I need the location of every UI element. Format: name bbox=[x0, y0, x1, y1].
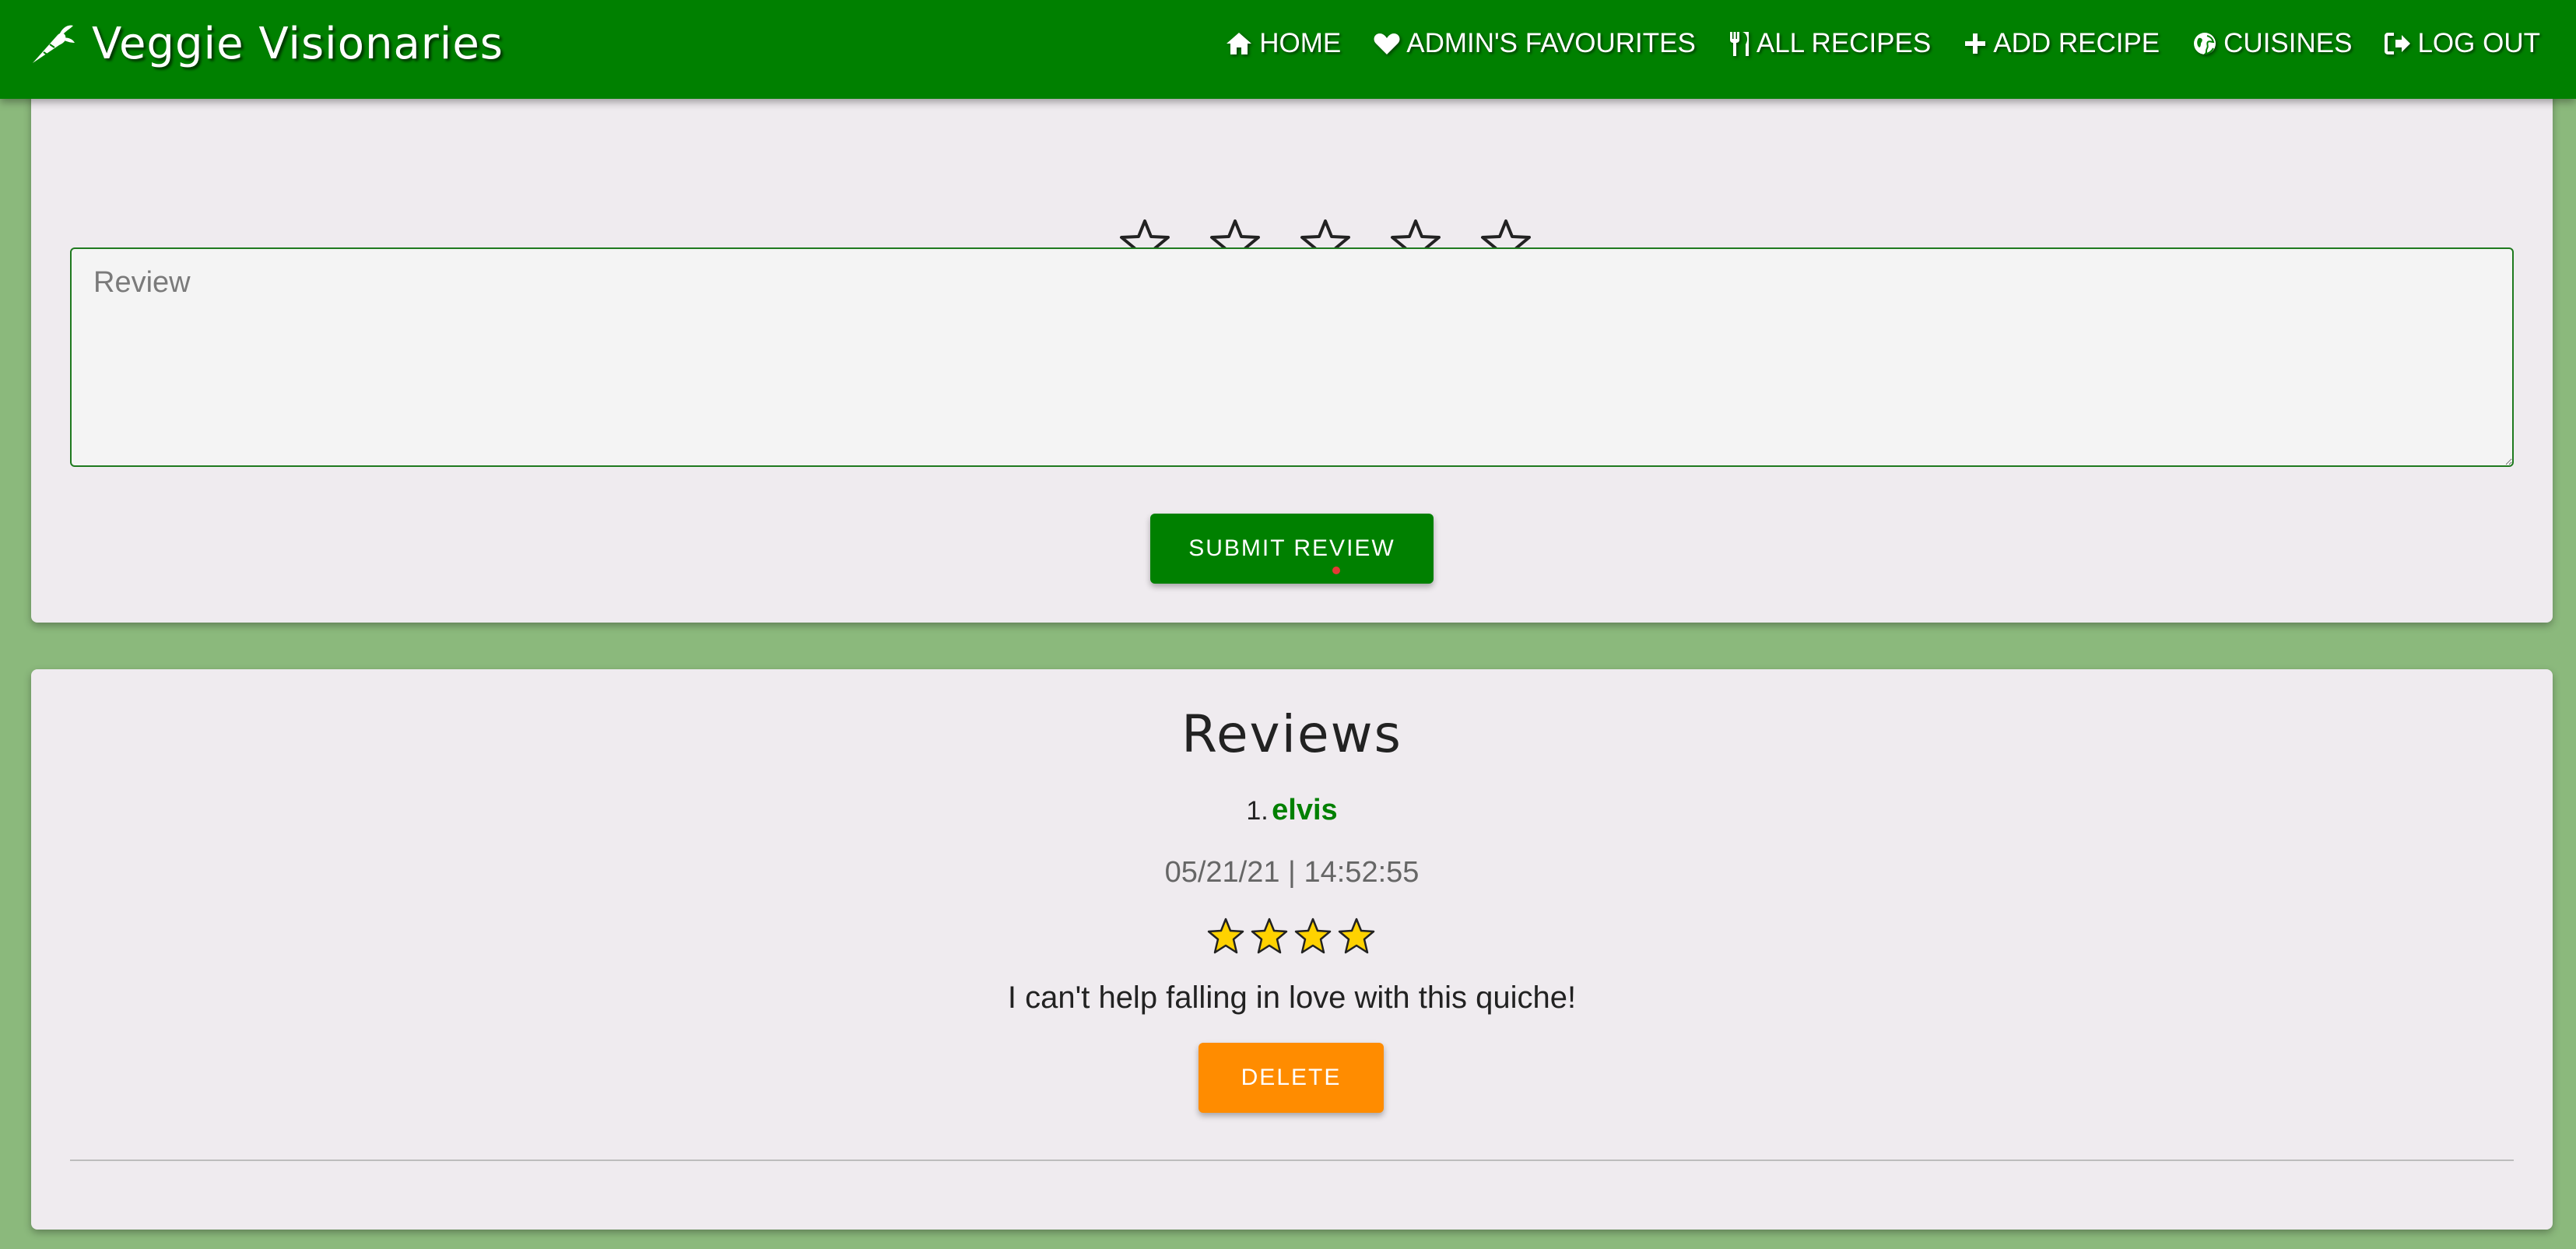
carrot-icon bbox=[28, 19, 76, 68]
delete-review-button[interactable]: DELETE bbox=[1199, 1043, 1384, 1113]
review-date: 05/21/21 | 14:52:55 bbox=[1164, 856, 1420, 889]
plus-icon bbox=[1964, 32, 1987, 55]
reviews-title: Reviews bbox=[1181, 704, 1402, 764]
cursor-indicator-dot bbox=[1332, 567, 1340, 574]
review-item-header: 1. elvis bbox=[31, 794, 2553, 827]
home-icon bbox=[1225, 31, 1253, 56]
reviews-card: Reviews 1. elvis 05/21/21 | 14:52:55 I c… bbox=[31, 669, 2553, 1230]
nav-all-recipes-label: ALL RECIPES bbox=[1756, 28, 1932, 58]
review-divider bbox=[70, 1160, 2514, 1161]
submit-review-button[interactable]: SUBMIT REVIEW bbox=[1150, 514, 1434, 584]
filled-star-icon bbox=[1338, 917, 1375, 954]
review-text: I can't help falling in love with this q… bbox=[1007, 981, 1577, 1015]
nav-cuisines[interactable]: CUISINES bbox=[2192, 28, 2352, 59]
nav-cuisines-label: CUISINES bbox=[2223, 28, 2353, 58]
nav-add-recipe[interactable]: ADD RECIPE bbox=[1964, 28, 2160, 59]
filled-star-icon bbox=[1294, 917, 1332, 954]
brand-name: Veggie Visionaries bbox=[92, 18, 504, 69]
globe-icon bbox=[2192, 31, 2217, 56]
review-number: 1. bbox=[1246, 796, 1269, 826]
nav-home-label: HOME bbox=[1259, 28, 1342, 58]
filled-star-icon bbox=[1251, 917, 1288, 954]
review-textarea[interactable] bbox=[70, 247, 2514, 467]
top-navbar: Veggie Visionaries HOME ADMIN'S FAVOURIT… bbox=[0, 0, 2576, 99]
utensils-icon bbox=[1728, 30, 1750, 57]
nav-log-out[interactable]: LOG OUT bbox=[2385, 28, 2540, 59]
nav-all-recipes[interactable]: ALL RECIPES bbox=[1728, 28, 1931, 59]
nav-admins-favourites[interactable]: ADMIN'S FAVOURITES bbox=[1374, 28, 1696, 59]
filled-star-icon bbox=[1207, 917, 1244, 954]
review-rating bbox=[1206, 917, 1376, 956]
heart-icon bbox=[1374, 32, 1400, 55]
nav-admins-favourites-label: ADMIN'S FAVOURITES bbox=[1406, 28, 1696, 58]
nav-home[interactable]: HOME bbox=[1225, 28, 1341, 59]
review-form-card: SUBMIT REVIEW bbox=[31, 78, 2553, 623]
nav-log-out-label: LOG OUT bbox=[2417, 28, 2540, 58]
review-author-link[interactable]: elvis bbox=[1272, 794, 1338, 826]
brand-logo-link[interactable]: Veggie Visionaries bbox=[28, 0, 504, 87]
sign-out-icon bbox=[2385, 32, 2411, 55]
nav-links: HOME ADMIN'S FAVOURITES ALL RECIPES ADD … bbox=[1225, 0, 2540, 87]
nav-add-recipe-label: ADD RECIPE bbox=[1993, 28, 2160, 58]
